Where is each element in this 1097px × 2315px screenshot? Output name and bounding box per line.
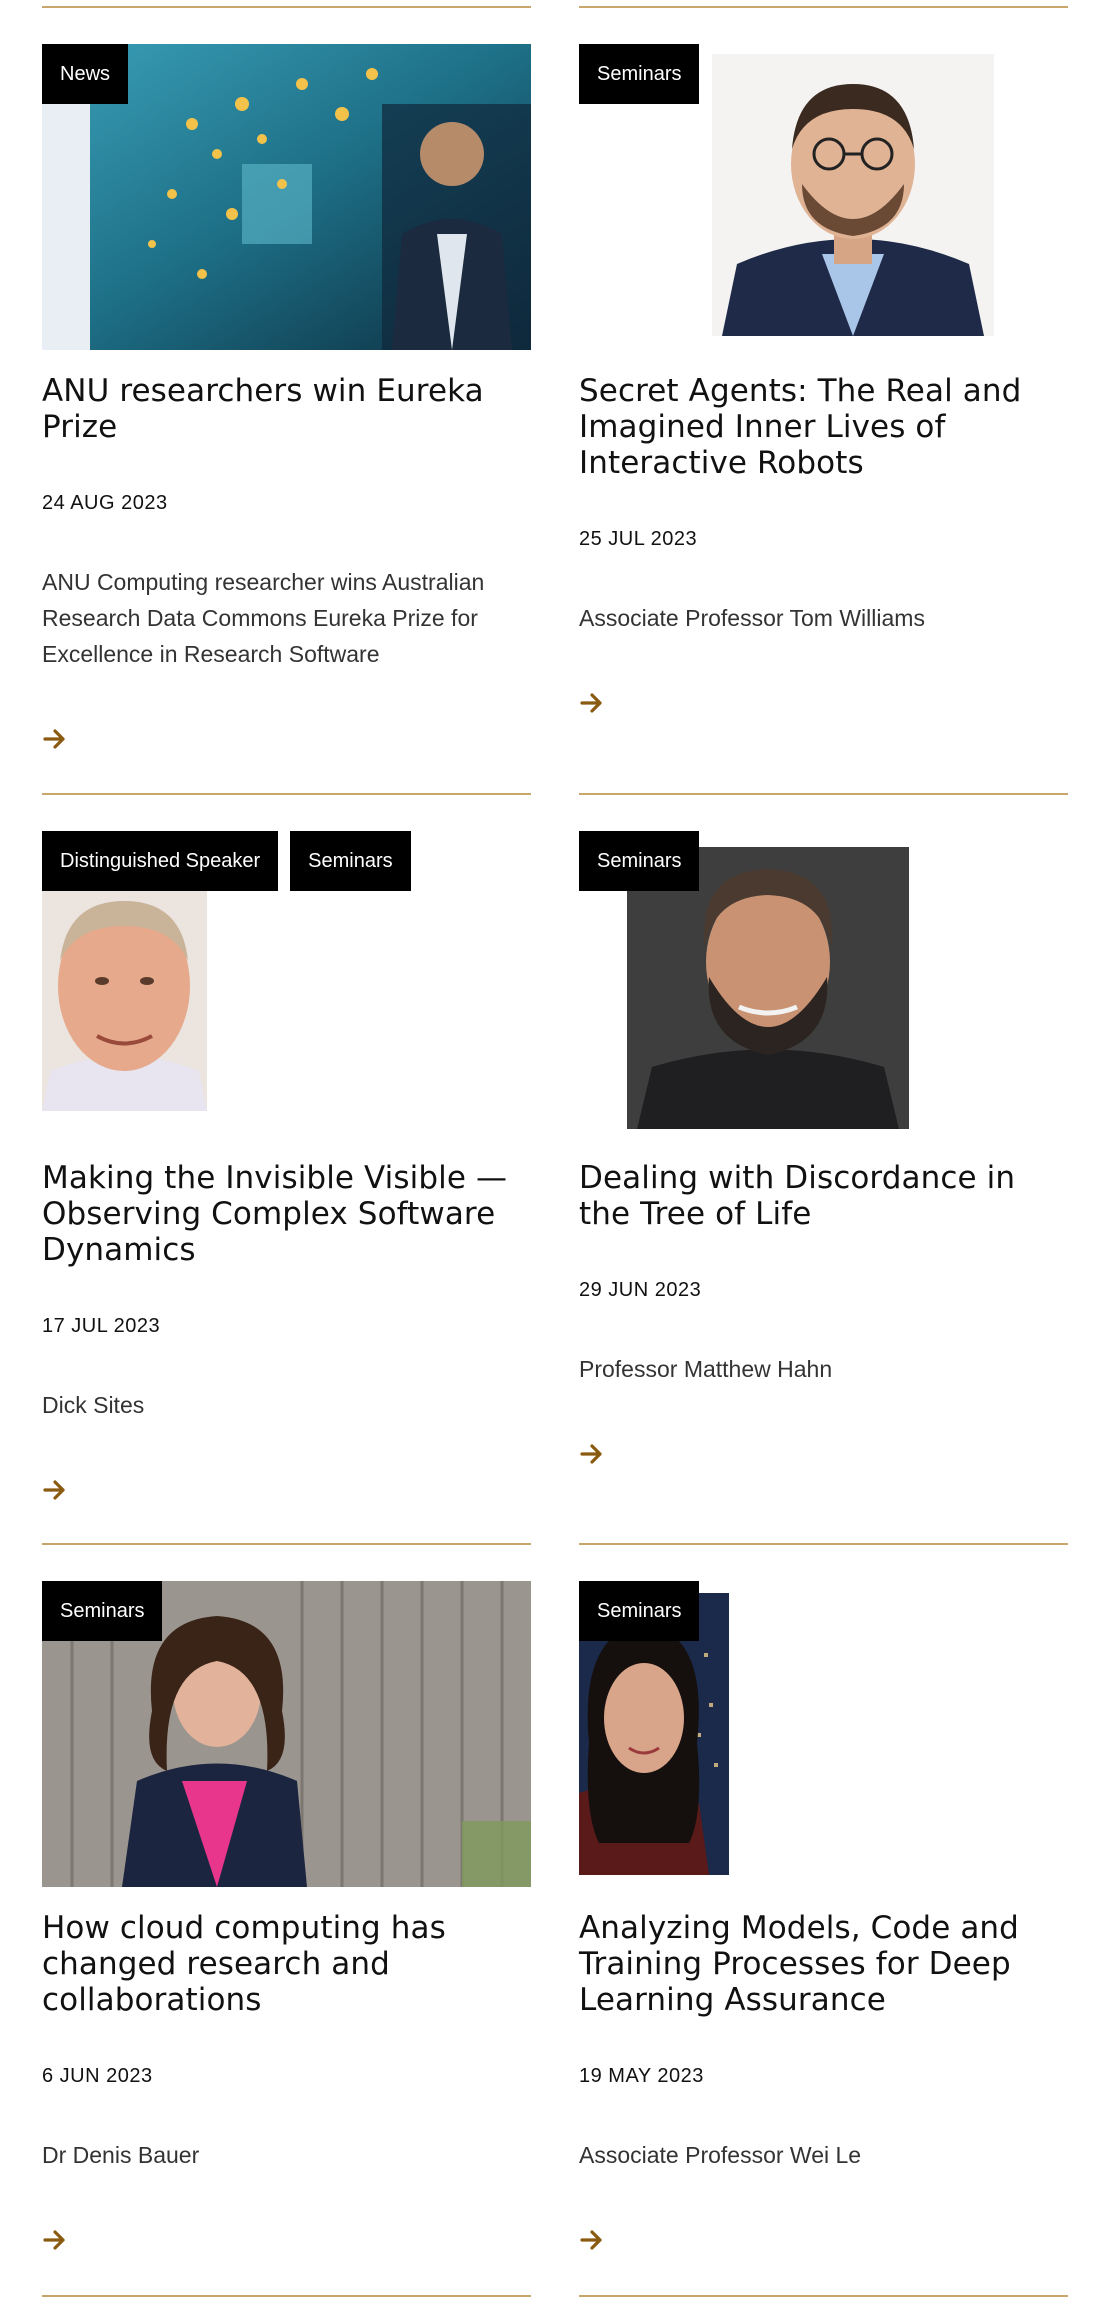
arrow-right-icon[interactable]: [42, 726, 68, 752]
tag-list: Distinguished Speaker Seminars: [42, 831, 411, 891]
seminar-card[interactable]: Seminars Dealing with Discordance in the…: [579, 831, 1068, 1521]
arrow-right-icon[interactable]: [42, 1477, 68, 1503]
seminar-card[interactable]: Seminars Secret Agents: The Real and Ima…: [579, 44, 1068, 764]
tag-list: News: [42, 44, 129, 104]
seminar-card[interactable]: Seminars How cloud computing has changed…: [42, 1581, 531, 2271]
card-date: 29 JUN 2023: [579, 1279, 702, 1301]
arrow-right-icon[interactable]: [42, 2227, 68, 2253]
separator-row2-right: [579, 1543, 1068, 1545]
card-title[interactable]: How cloud computing has changed research…: [42, 1910, 531, 2018]
card-description: Dick Sites: [42, 1392, 145, 1418]
arrow-right-icon[interactable]: [579, 690, 605, 716]
seminar-card[interactable]: Seminars Analyzing Models, Code and Trai…: [579, 1581, 1068, 2271]
separator-row1-left: [42, 793, 531, 795]
card-date: 6 JUN 2023: [42, 2065, 153, 2087]
card-title[interactable]: Dealing with Discordance in the Tree of …: [579, 1160, 1068, 1232]
card-image[interactable]: [42, 891, 207, 1111]
card-date: 17 JUL 2023: [42, 1315, 161, 1337]
card-title[interactable]: Secret Agents: The Real and Imagined Inn…: [579, 373, 1068, 481]
card-description: Associate Professor Wei Le: [579, 2142, 862, 2168]
separator-row2-left: [42, 1543, 531, 1545]
tag-list: Seminars: [579, 831, 700, 891]
tag-list: Seminars: [42, 1581, 163, 1641]
card-date: 19 MAY 2023: [579, 2065, 704, 2087]
arrow-right-icon[interactable]: [579, 1441, 605, 1467]
card-description: ANU Computing researcher wins Australian…: [42, 569, 485, 667]
separator-row3-left: [42, 2295, 531, 2297]
card-description: Dr Denis Bauer: [42, 2142, 200, 2168]
separator-top-left: [42, 6, 531, 8]
card-image[interactable]: [712, 54, 994, 336]
separator-top-right: [579, 6, 1068, 8]
tag-seminars[interactable]: Seminars: [290, 831, 411, 891]
tag-seminars[interactable]: Seminars: [42, 1581, 163, 1641]
card-date: 24 AUG 2023: [42, 492, 168, 514]
news-card[interactable]: News ANU researchers win Eureka Prize 24…: [42, 44, 531, 764]
tag-seminars[interactable]: Seminars: [579, 44, 700, 104]
card-title[interactable]: ANU researchers win Eureka Prize: [42, 373, 531, 445]
tag-news[interactable]: News: [42, 44, 129, 104]
card-title[interactable]: Making the Invisible Visible — Observing…: [42, 1160, 531, 1268]
separator-row3-right: [579, 2295, 1068, 2297]
seminar-card[interactable]: Distinguished Speaker Seminars Making th…: [42, 831, 531, 1521]
tag-distinguished-speaker[interactable]: Distinguished Speaker: [42, 831, 279, 891]
tag-seminars[interactable]: Seminars: [579, 831, 700, 891]
tag-seminars[interactable]: Seminars: [579, 1581, 700, 1641]
arrow-right-icon[interactable]: [579, 2227, 605, 2253]
tag-list: Seminars: [579, 44, 700, 104]
card-description: Professor Matthew Hahn: [579, 1356, 833, 1382]
card-description: Associate Professor Tom Williams: [579, 605, 925, 631]
tag-list: Seminars: [579, 1581, 700, 1641]
separator-row1-right: [579, 793, 1068, 795]
card-title[interactable]: Analyzing Models, Code and Training Proc…: [579, 1910, 1068, 2018]
card-date: 25 JUL 2023: [579, 528, 698, 550]
